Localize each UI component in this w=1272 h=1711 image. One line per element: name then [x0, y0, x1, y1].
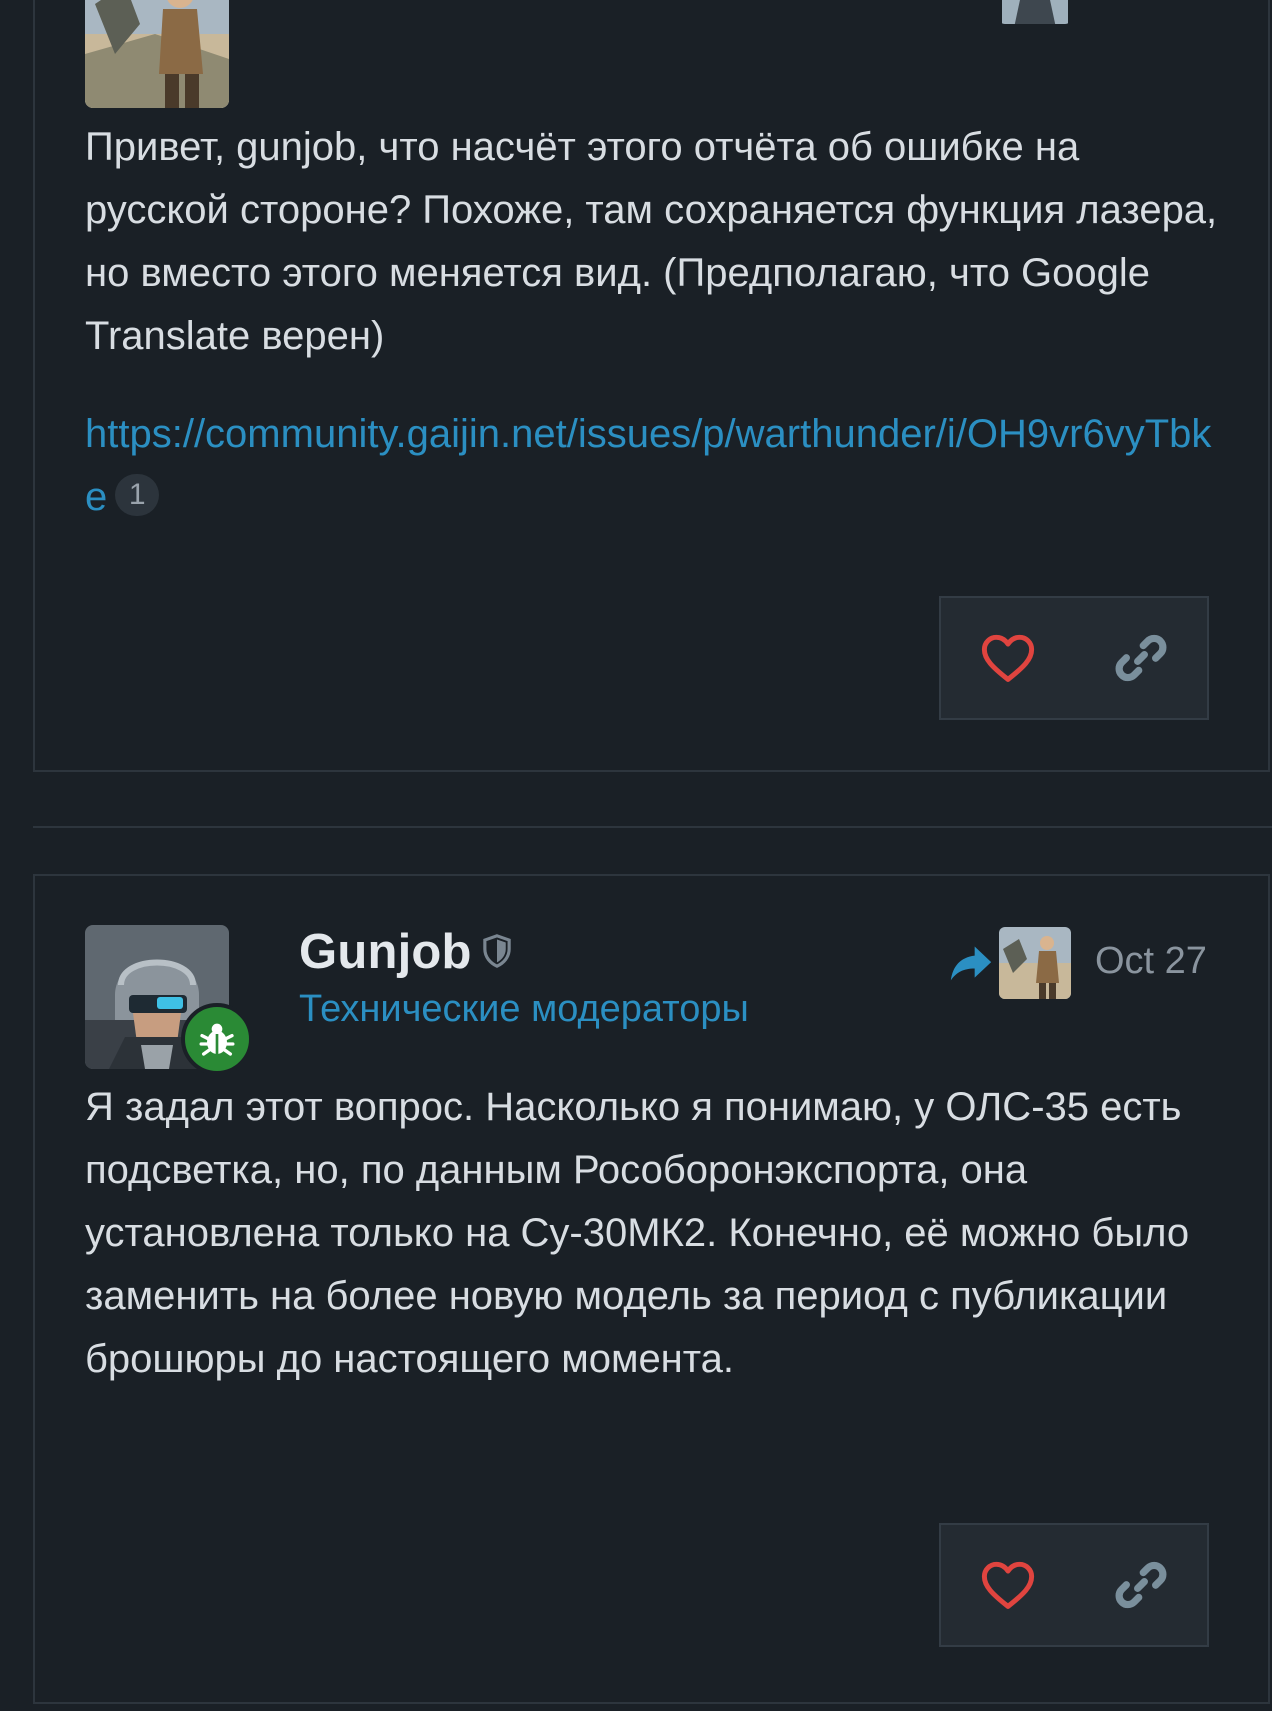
heart-icon [981, 634, 1034, 682]
like-button[interactable] [953, 1535, 1063, 1635]
post-date[interactable]: Oct 27 [1095, 940, 1272, 983]
shield-icon [482, 934, 511, 968]
reply-to-avatar [1002, 0, 1068, 24]
post-paragraph: Я задал этот вопрос. Насколько я понимаю… [85, 1085, 1190, 1381]
user-group-link[interactable]: Технические модераторы [299, 988, 749, 1031]
link-icon [1115, 1561, 1166, 1609]
post-paragraph: Привет, gunjob, что насчёт этого отчёта … [85, 125, 1218, 358]
post-actions [939, 596, 1209, 720]
poster-username-text: Gunjob [299, 925, 472, 979]
reply-arrow-icon [950, 946, 992, 981]
post-body: Я задал этот вопрос. Насколько я понимаю… [85, 1076, 1225, 1426]
reply-to-avatar [999, 927, 1071, 999]
post-body: Привет, gunjob, что насчёт этого отчёта … [85, 116, 1225, 564]
bug-flair-badge [181, 1003, 253, 1075]
reply-to-indicator[interactable] [999, 0, 1071, 24]
like-button[interactable] [953, 608, 1063, 708]
reply-to-indicator[interactable] [949, 927, 1071, 999]
poster-avatar[interactable] [85, 925, 253, 1075]
pilot-avatar-image [85, 0, 229, 108]
post-actions [939, 1523, 1209, 1647]
poster-avatar[interactable] [85, 0, 229, 108]
poster-username[interactable]: Gunjob [299, 924, 512, 980]
share-link-button[interactable] [1086, 1535, 1196, 1635]
share-link-button[interactable] [1086, 608, 1196, 708]
post-2: Gunjob Технические модераторы Oct 27 Я з… [33, 874, 1270, 1704]
post-1: Привет, gunjob, что насчёт этого отчёта … [33, 0, 1270, 772]
link-icon [1115, 634, 1166, 682]
heart-icon [981, 1561, 1034, 1609]
issue-link[interactable]: https://community.gaijin.net/issues/p/wa… [85, 412, 1211, 519]
bug-icon [199, 1023, 235, 1056]
post-link-paragraph: https://community.gaijin.net/issues/p/wa… [85, 403, 1225, 529]
post-divider [33, 826, 1272, 828]
link-click-count: 1 [115, 474, 160, 517]
